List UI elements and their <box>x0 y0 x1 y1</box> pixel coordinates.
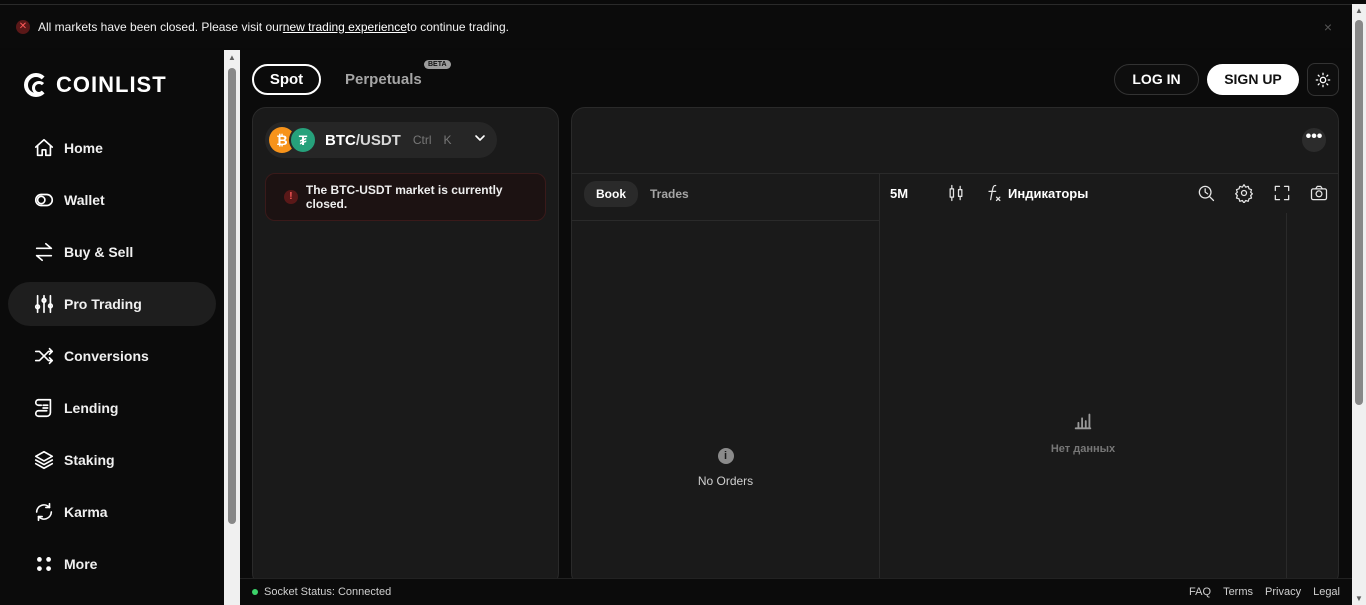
sidebar-item-label: More <box>64 556 98 572</box>
sidebar-item-home[interactable]: Home <box>8 126 216 170</box>
chart-empty-state: Нет данных <box>880 410 1286 455</box>
coinlist-logo-icon <box>24 73 48 97</box>
orderbook-tabs: Book Trades <box>584 181 701 207</box>
fullscreen-icon[interactable] <box>1270 181 1294 205</box>
sidebar-item-label: Staking <box>64 452 115 468</box>
market-closed-alert: ! The BTC-USDT market is currently close… <box>265 173 546 221</box>
scroll-down-arrow-icon[interactable]: ▼ <box>1355 594 1363 603</box>
orderbook-empty-state: i No Orders <box>572 448 879 488</box>
grid-dots-icon <box>32 552 56 576</box>
sidebar: COINLIST Home Wallet Buy & Sell Pro Trad… <box>0 50 224 605</box>
sidebar-item-label: Buy & Sell <box>64 244 134 260</box>
sidebar-item-label: Pro Trading <box>64 296 142 312</box>
pair-quote: /USDT <box>355 131 401 149</box>
app-root: ✕ All markets have been closed. Please v… <box>0 0 1366 605</box>
buy-sell-icon <box>32 240 56 264</box>
terms-link[interactable]: Terms <box>1223 586 1253 598</box>
sidebar-item-pro-trading[interactable]: Pro Trading <box>8 282 216 326</box>
candlestick-icon[interactable] <box>944 181 968 205</box>
layers-icon <box>32 448 56 472</box>
divider <box>1286 213 1287 586</box>
refresh-icon <box>32 500 56 524</box>
tether-icon: ₮ <box>289 126 317 154</box>
no-orders-text: No Orders <box>697 474 754 488</box>
divider <box>879 173 880 586</box>
banner-text-before: All markets have been closed. Please vis… <box>38 19 283 34</box>
sidebar-item-staking[interactable]: Staking <box>8 438 216 482</box>
error-icon: ✕ <box>16 19 30 34</box>
footer-links: FAQ Terms Privacy Legal <box>1189 586 1340 598</box>
sun-icon <box>1315 72 1331 87</box>
sidebar-item-label: Karma <box>64 504 108 520</box>
market-panel: ₿ ₮ BTC/USDT Ctrl K ! The BTC-USDT marke… <box>252 107 559 587</box>
status-footer: Socket Status: Connected FAQ Terms Priva… <box>240 578 1352 605</box>
chart-toolbar: 5M Индикаторы <box>890 181 1330 207</box>
sidebar-item-lending[interactable]: Lending <box>8 386 216 430</box>
sidebar-item-label: Wallet <box>64 192 105 208</box>
pair-base: BTC <box>325 131 356 149</box>
close-icon[interactable]: × <box>1324 19 1332 35</box>
coinlist-logo[interactable]: COINLIST <box>24 72 167 98</box>
wallet-icon <box>32 188 56 212</box>
sidebar-nav: Home Wallet Buy & Sell Pro Trading Conve… <box>8 126 216 594</box>
faq-link[interactable]: FAQ <box>1189 586 1211 598</box>
sliders-icon <box>32 292 56 316</box>
theme-toggle-button[interactable] <box>1307 63 1339 96</box>
chevron-down-icon <box>472 130 488 151</box>
scroll-up-arrow-icon[interactable]: ▲ <box>228 53 236 62</box>
no-data-text: Нет данных <box>1050 443 1116 455</box>
sidebar-item-buy-sell[interactable]: Buy & Sell <box>8 230 216 274</box>
bar-chart-icon <box>1074 413 1092 430</box>
camera-icon[interactable] <box>1307 181 1331 205</box>
sidebar-item-conversions[interactable]: Conversions <box>8 334 216 378</box>
gear-icon[interactable] <box>1232 181 1256 205</box>
sidebar-item-karma[interactable]: Karma <box>8 490 216 534</box>
info-icon: i <box>717 448 734 464</box>
sidebar-item-label: Home <box>64 140 103 156</box>
shortcut-modifier: Ctrl <box>412 133 432 147</box>
pair-selector[interactable]: ₿ ₮ BTC/USDT Ctrl K <box>265 122 497 158</box>
sidebar-item-label: Conversions <box>64 348 149 364</box>
tab-book[interactable]: Book <box>584 181 638 207</box>
sidebar-item-label: Lending <box>64 400 119 416</box>
beta-badge: BETA <box>424 60 451 69</box>
signup-button[interactable]: SIGN UP <box>1207 64 1299 95</box>
scroll-icon <box>32 396 56 420</box>
socket-status: Socket Status: Connected <box>264 586 392 598</box>
divider <box>572 220 879 221</box>
legal-link[interactable]: Legal <box>1313 586 1340 598</box>
function-icon[interactable] <box>982 181 1006 205</box>
trading-panel: ••• Book Trades i No Orders 5M Индикатор… <box>571 107 1339 587</box>
privacy-link[interactable]: Privacy <box>1265 586 1301 598</box>
window-scrollbar[interactable]: ▲ ▼ <box>1352 4 1366 605</box>
banner-text-after: to continue trading. <box>406 19 509 34</box>
shortcut-key: K <box>443 133 452 147</box>
tab-trades[interactable]: Trades <box>638 181 701 207</box>
alert-clock-icon[interactable] <box>1194 181 1218 205</box>
sidebar-item-wallet[interactable]: Wallet <box>8 178 216 222</box>
status-dot-icon <box>252 589 258 595</box>
login-button[interactable]: LOG IN <box>1114 64 1199 95</box>
sidebar-scrollbar-thumb[interactable] <box>228 68 236 524</box>
timeframe-button[interactable]: 5M <box>890 186 908 201</box>
divider <box>572 173 1338 174</box>
market-closed-message: The BTC-USDT market is currently closed. <box>305 183 503 211</box>
sidebar-item-more[interactable]: More <box>8 542 216 586</box>
scroll-up-arrow-icon[interactable]: ▲ <box>1355 6 1363 15</box>
home-icon <box>32 136 56 160</box>
logo-text: COINLIST <box>56 72 167 97</box>
sidebar-scrollbar[interactable]: ▲ <box>224 50 240 605</box>
indicators-button[interactable]: Индикаторы <box>1008 186 1088 201</box>
alert-icon: ! <box>284 190 298 204</box>
tab-spot[interactable]: Spot <box>252 64 321 95</box>
tab-perpetuals[interactable]: Perpetuals <box>345 71 422 88</box>
shuffle-icon <box>32 344 56 368</box>
more-options-icon[interactable]: ••• <box>1302 128 1326 152</box>
pair-name: BTC/USDT <box>325 132 401 149</box>
main-content: Spot Perpetuals BETA LOG IN SIGN UP ₿ ₮ … <box>240 50 1352 605</box>
window-scrollbar-thumb[interactable] <box>1355 20 1363 405</box>
new-trading-experience-link[interactable]: new trading experience <box>283 20 407 34</box>
market-closed-banner: ✕ All markets have been closed. Please v… <box>0 4 1352 48</box>
